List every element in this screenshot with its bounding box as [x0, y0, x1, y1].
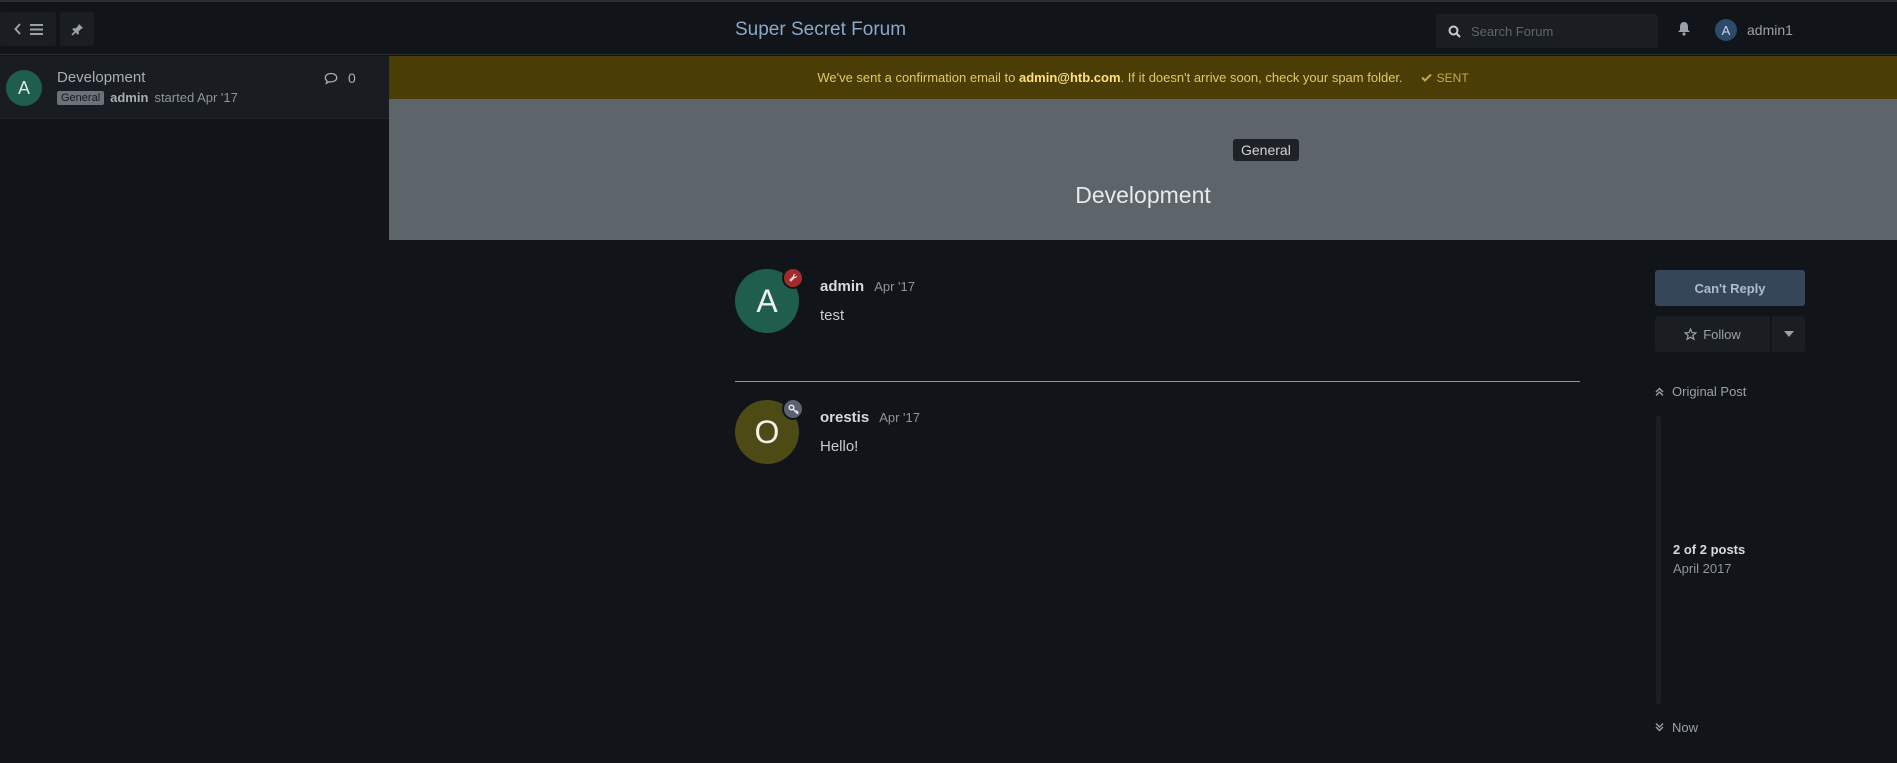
- discussion-title: Development: [1075, 182, 1211, 208]
- bell-icon: [1678, 22, 1690, 36]
- notifications-button[interactable]: [1677, 21, 1691, 41]
- scrubber-track[interactable]: [1656, 416, 1661, 704]
- comment-icon: [324, 72, 338, 85]
- post-body: Hello!: [820, 438, 859, 455]
- email-confirmation-alert: We've sent a confirmation email to admin…: [389, 56, 1897, 99]
- scrubber-description: April 2017: [1673, 561, 1732, 576]
- follow-label: Follow: [1703, 326, 1741, 342]
- discussion-hero: General Development: [389, 99, 1897, 240]
- back-navigation-button[interactable]: [0, 12, 56, 46]
- scrubber-now[interactable]: Now: [1655, 720, 1698, 735]
- reply-count-value: 0: [348, 70, 356, 86]
- menu-icon: [29, 23, 43, 35]
- tag-badge: General: [57, 90, 105, 105]
- caret-down-icon: [1783, 331, 1794, 337]
- discussion-list-item[interactable]: A Development General admin started Apr …: [0, 56, 389, 119]
- post-author[interactable]: admin: [820, 278, 864, 295]
- forum-title[interactable]: Super Secret Forum: [735, 19, 906, 41]
- alert-status-label: SENT: [1436, 70, 1469, 85]
- scrubber-original-post[interactable]: Original Post: [1655, 384, 1746, 399]
- alert-text-before: We've sent a confirmation email to: [817, 70, 1016, 85]
- app-header: Super Secret Forum A admin1: [0, 0, 1897, 55]
- wrench-icon: [789, 273, 798, 282]
- search-input[interactable]: [1471, 23, 1641, 39]
- discussion-title: Development: [57, 69, 146, 86]
- follow-control: Follow: [1655, 316, 1805, 352]
- double-chevron-up-icon: [1655, 387, 1664, 396]
- reply-button[interactable]: Can't Reply: [1655, 270, 1805, 306]
- discussion-meta: General admin started Apr '17: [57, 90, 238, 105]
- follow-button[interactable]: Follow: [1655, 316, 1770, 352]
- post-body: test: [820, 307, 845, 324]
- post: O orestis Apr '17 Hello!: [735, 398, 1580, 470]
- admin-badge: [782, 267, 804, 289]
- double-chevron-down-icon: [1655, 723, 1664, 732]
- search-icon: [1448, 25, 1461, 38]
- username-label: admin1: [1747, 22, 1793, 38]
- scrubber-position: 2 of 2 posts: [1673, 542, 1746, 557]
- post-header: admin Apr '17: [820, 278, 915, 295]
- alert-message: We've sent a confirmation email to admin…: [817, 70, 1402, 85]
- check-icon: [1420, 73, 1432, 82]
- tag-badge[interactable]: General: [1233, 139, 1299, 161]
- reply-count: 0: [324, 70, 356, 86]
- discussion-author: admin: [110, 90, 149, 105]
- discussion-started: started Apr '17: [154, 90, 238, 105]
- post-date[interactable]: Apr '17: [874, 279, 915, 294]
- post: A admin Apr '17 test: [735, 267, 1580, 339]
- pin-sidebar-button[interactable]: [60, 12, 94, 46]
- avatar[interactable]: A: [6, 70, 42, 106]
- scrubber-top-label: Original Post: [1672, 384, 1747, 399]
- scrubber-handle[interactable]: 2 of 2 posts April 2017: [1673, 542, 1745, 576]
- post-author[interactable]: orestis: [820, 409, 869, 426]
- post-divider: [735, 381, 1580, 382]
- star-icon: [1684, 327, 1698, 340]
- avatar: A: [1715, 19, 1737, 41]
- alert-email: admin@htb.com: [1019, 70, 1121, 85]
- user-menu[interactable]: A admin1: [1715, 19, 1793, 41]
- key-icon: [787, 403, 799, 415]
- scrubber-bottom-label: Now: [1672, 720, 1699, 735]
- user-badge: [782, 398, 804, 420]
- alert-text-after: . If it doesn't arrive soon, check your …: [1120, 70, 1403, 85]
- post-header: orestis Apr '17: [820, 409, 920, 426]
- pin-icon: [70, 23, 83, 36]
- alert-status: SENT: [1420, 70, 1469, 85]
- post-date[interactable]: Apr '17: [879, 410, 920, 425]
- header-controls: [0, 12, 94, 46]
- follow-options-dropdown[interactable]: [1772, 316, 1805, 352]
- chevron-left-icon: [13, 23, 21, 35]
- discussion-list-sidebar: A Development General admin started Apr …: [0, 56, 389, 763]
- search-box[interactable]: [1436, 14, 1658, 48]
